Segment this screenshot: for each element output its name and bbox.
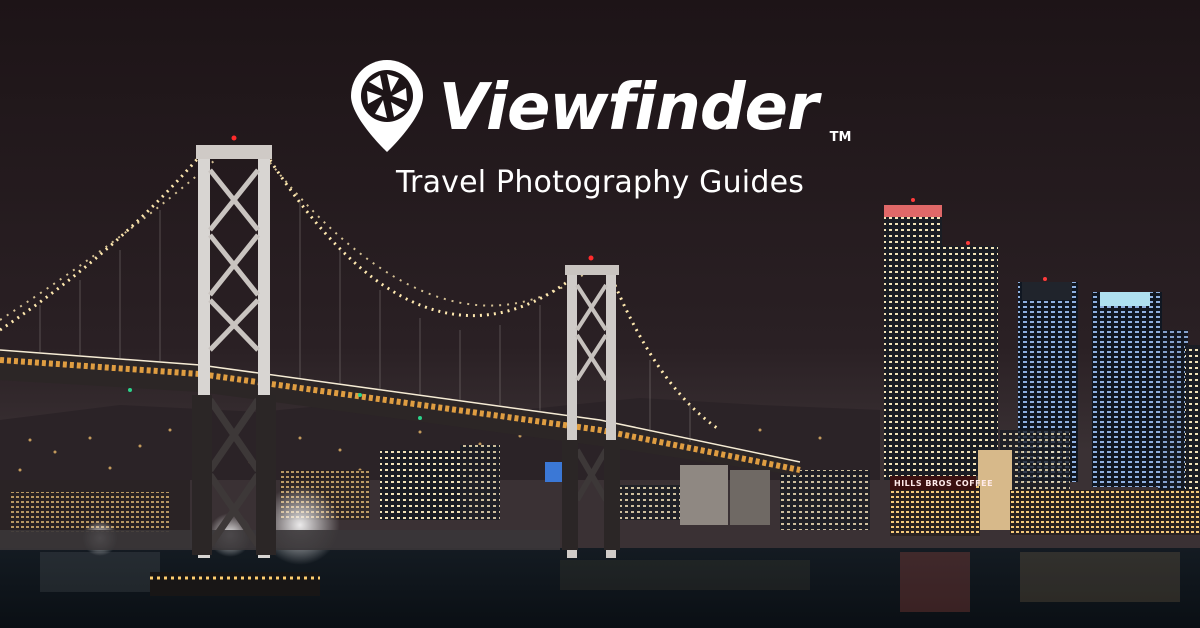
tower-5 bbox=[1158, 330, 1188, 490]
tower-6 bbox=[1185, 345, 1200, 490]
hills-bros-sign-text: HILLS BROS COFFEE bbox=[894, 479, 993, 488]
brand-wordmark: Viewfinder bbox=[438, 71, 819, 145]
camera-aperture-pin-icon bbox=[350, 60, 423, 152]
logo: Viewfinder TM bbox=[349, 58, 852, 158]
bridge-anchorage bbox=[680, 465, 770, 525]
brand-header: Viewfinder TM bbox=[0, 58, 1200, 158]
tower-1 bbox=[884, 205, 942, 480]
brand-tagline: Travel Photography Guides bbox=[395, 165, 805, 200]
tower-2 bbox=[942, 246, 998, 476]
foreground-pier bbox=[150, 572, 320, 596]
tower-4 bbox=[1092, 292, 1162, 487]
clock-tower bbox=[978, 450, 1012, 530]
trademark-symbol: TM bbox=[829, 130, 852, 145]
